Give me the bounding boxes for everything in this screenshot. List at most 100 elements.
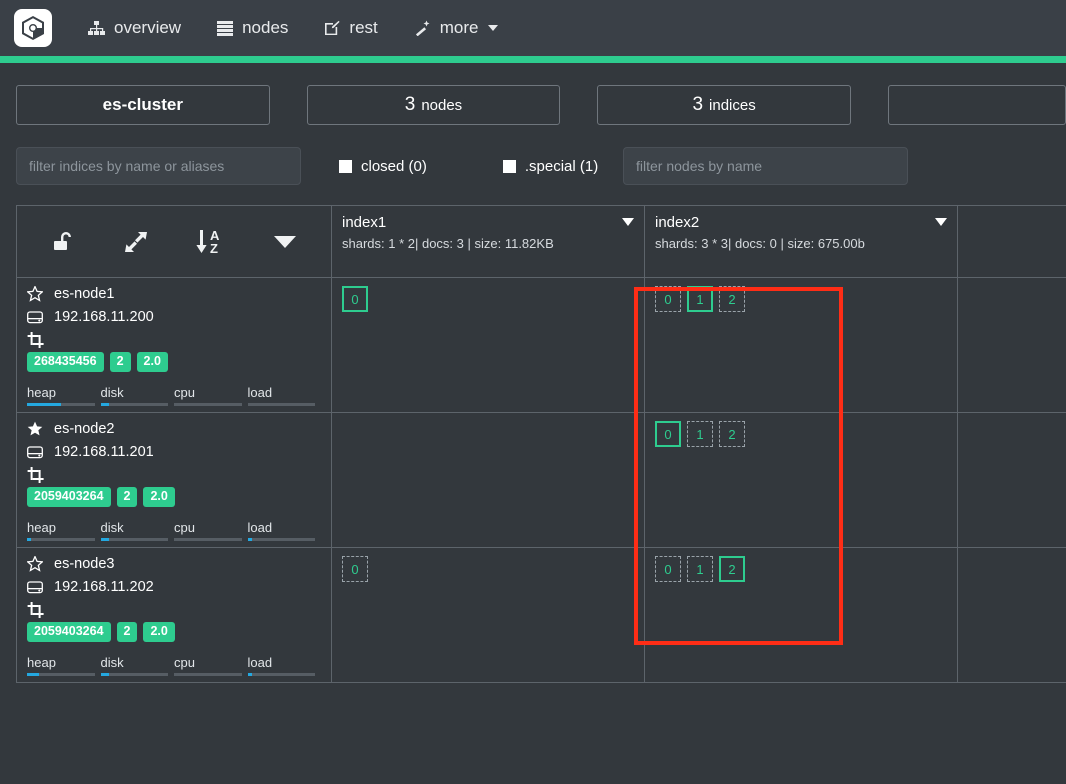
node-ip-label: 192.168.11.201: [54, 444, 154, 460]
hdd-icon: [27, 580, 47, 594]
shard-cell: 012: [645, 278, 958, 413]
hdd-icon: [27, 310, 47, 324]
shard-cell: [332, 413, 645, 548]
indices-count-value: 3: [692, 94, 704, 115]
cluster-name-box: es-cluster: [16, 85, 270, 125]
magic-wand-icon: [414, 20, 431, 36]
metric-label: disk: [100, 385, 124, 400]
index-header: index2 shards: 3 * 3| docs: 0 | size: 675…: [645, 206, 958, 278]
metric-label: load: [247, 520, 273, 535]
shard-replica[interactable]: 2: [719, 286, 745, 312]
metric-track: [247, 538, 315, 541]
shard-cell: 0: [332, 548, 645, 683]
star-outline-icon[interactable]: [27, 286, 47, 302]
nodes-count-value: 3: [404, 94, 416, 115]
metric-track: [174, 673, 242, 676]
nodes-filter-input[interactable]: [623, 147, 908, 185]
index-toggles: closed (0) .special (1): [301, 158, 623, 175]
nav-item-more-label: more: [439, 18, 479, 37]
shard-primary[interactable]: 0: [655, 421, 681, 447]
index-columns: index1 shards: 1 * 2| docs: 3 | size: 11.…: [332, 206, 958, 683]
empty-shard-cell: [958, 413, 1066, 548]
closed-indices-checkbox[interactable]: closed (0): [339, 158, 427, 175]
metric-load: load: [247, 655, 322, 676]
metric-track: [27, 403, 95, 406]
star-outline-icon[interactable]: [27, 556, 47, 572]
shard-replica[interactable]: 0: [655, 556, 681, 582]
sort-alpha-asc-icon[interactable]: A Z: [195, 228, 229, 256]
shard-primary[interactable]: 2: [719, 556, 745, 582]
node-row: es-node1 192.168.11.200 268435456 2 2.0 heap d…: [17, 278, 332, 413]
index-menu-caret-icon[interactable]: [622, 218, 634, 226]
shard-list: 012: [655, 556, 947, 582]
shard-cell: 0: [332, 278, 645, 413]
unlock-icon[interactable]: [52, 230, 78, 254]
empty-shard-cell: [958, 278, 1066, 413]
empty-shard-cell: [958, 548, 1066, 683]
indices-filter-input[interactable]: [16, 147, 301, 185]
metric-label: load: [247, 385, 273, 400]
cluster-health-bar: [0, 56, 1066, 63]
metric-disk: disk: [100, 385, 175, 406]
index-column: index2 shards: 3 * 3| docs: 0 | size: 675…: [645, 206, 958, 683]
metric-track: [100, 403, 168, 406]
shard-list: 012: [655, 421, 947, 447]
metric-cpu: cpu: [174, 385, 248, 406]
node-badge: 2: [109, 352, 131, 372]
page-root: overview nodes rest more es-cluster 3 no…: [0, 0, 1066, 784]
metric-track: [100, 673, 168, 676]
node-badges: 2059403264 2 2.0: [27, 622, 321, 642]
index-header: index1 shards: 1 * 2| docs: 3 | size: 11.…: [332, 206, 645, 278]
hdd-icon: [27, 445, 47, 459]
node-row: es-node3 192.168.11.202 2059403264 2 2.0 heap…: [17, 548, 332, 683]
shard-replica[interactable]: 2: [719, 421, 745, 447]
triangle-down-icon[interactable]: [274, 235, 297, 248]
metric-cpu: cpu: [174, 655, 248, 676]
node-ip-label: 192.168.11.200: [54, 309, 154, 325]
node-name-label: es-node2: [54, 421, 115, 437]
shard-replica[interactable]: 1: [687, 421, 713, 447]
metric-label: disk: [100, 655, 124, 670]
metric-track: [174, 403, 242, 406]
metric-track: [174, 538, 242, 541]
node-metrics: heap disk cpu load: [27, 655, 321, 676]
nav-item-overview-label: overview: [114, 18, 182, 37]
shard-replica[interactable]: 1: [687, 556, 713, 582]
nav-item-nodes[interactable]: nodes: [203, 12, 302, 44]
crop-icon: [27, 332, 47, 348]
sitemap-icon: [88, 20, 105, 36]
special-indices-checkbox[interactable]: .special (1): [502, 158, 598, 175]
expand-arrows-icon[interactable]: [123, 230, 149, 254]
node-name-label: es-node3: [54, 556, 115, 572]
metric-fill: [27, 673, 40, 676]
cluster-grid: A Z es-node1 192.168.11.200 268435456 2 2.0 h…: [16, 205, 1066, 683]
crop-icon: [27, 602, 47, 618]
metric-label: heap: [27, 385, 56, 400]
node-name-label: es-node1: [54, 286, 115, 302]
index-menu-caret-icon[interactable]: [935, 218, 947, 226]
node-metrics: heap disk cpu load: [27, 385, 321, 406]
empty-index-header: [958, 206, 1066, 278]
nav-item-overview[interactable]: overview: [74, 12, 195, 44]
shard-cell: 012: [645, 548, 958, 683]
indices-count-box: 3 indices: [597, 85, 851, 125]
cerebro-logo-icon[interactable]: [14, 9, 52, 47]
nav-item-more[interactable]: more: [400, 12, 512, 44]
nav-item-rest[interactable]: rest: [310, 12, 391, 44]
top-navbar: overview nodes rest more: [0, 0, 1066, 56]
shard-primary[interactable]: 0: [342, 286, 368, 312]
server-list-icon: [217, 20, 234, 36]
shard-replica[interactable]: 0: [655, 286, 681, 312]
shard-primary[interactable]: 1: [687, 286, 713, 312]
nodes-column: A Z es-node1 192.168.11.200 268435456 2 2.0 h…: [17, 206, 332, 683]
crop-icon: [27, 467, 47, 483]
star-filled-icon[interactable]: [27, 421, 47, 437]
node-badge: 2: [116, 622, 138, 642]
shard-replica[interactable]: 0: [342, 556, 368, 582]
checkbox-icon: [502, 159, 516, 173]
metric-heap: heap: [27, 520, 101, 541]
shard-list: 0: [342, 286, 634, 312]
cluster-stats-row: es-cluster 3 nodes 3 indices: [0, 63, 1066, 125]
index-column: index1 shards: 1 * 2| docs: 3 | size: 11.…: [332, 206, 645, 683]
metric-track: [247, 673, 315, 676]
